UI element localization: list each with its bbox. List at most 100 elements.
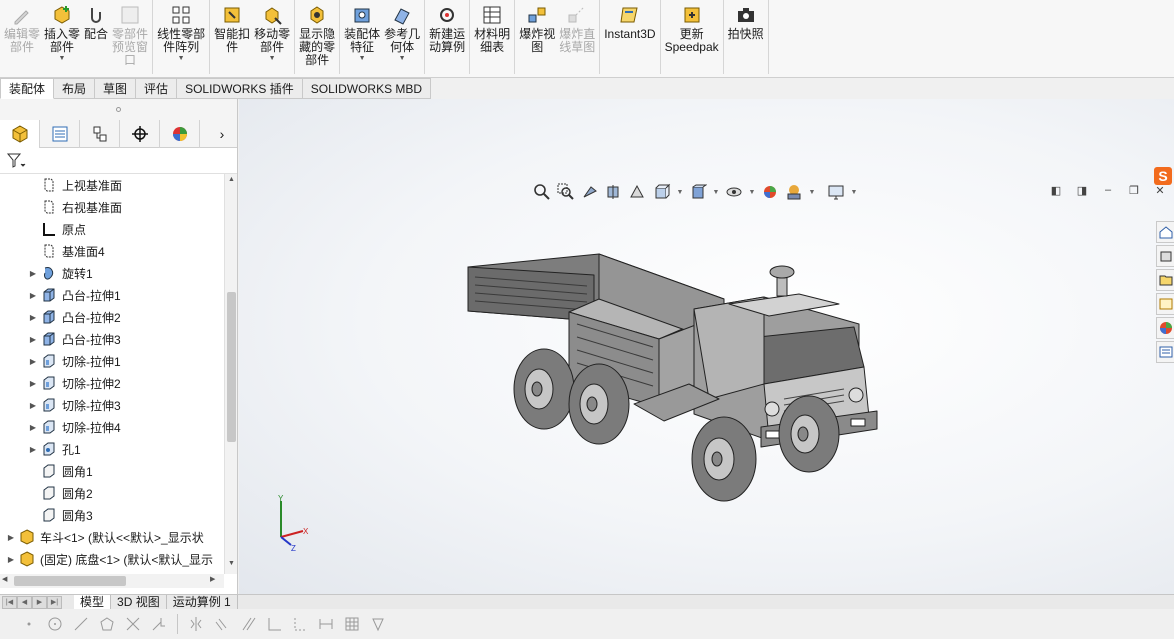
bottom-tab-0[interactable]: 模型 [74, 595, 112, 609]
chevron-down-icon[interactable]: ▼ [59, 55, 66, 62]
exploded-view-button[interactable]: 爆炸视 图 [517, 0, 557, 74]
mate-button[interactable]: 配合 [82, 0, 110, 74]
file-explorer-icon[interactable] [1156, 269, 1174, 291]
scroll-thumb[interactable] [227, 292, 236, 442]
expand-arrow-icon[interactable]: ▶ [26, 401, 40, 410]
expand-arrow-icon[interactable]: ▶ [4, 555, 18, 564]
zoom-to-fit-icon[interactable] [531, 182, 553, 202]
tree-item[interactable]: ▶ 孔1 [0, 438, 224, 460]
next-tab-icon[interactable]: ▶ [32, 595, 47, 609]
bottom-tab-1[interactable]: 3D 视图 [111, 595, 167, 609]
hide-show-items-icon[interactable] [723, 182, 745, 202]
appearances-icon[interactable] [1156, 317, 1174, 339]
assembly-feature-button[interactable]: 装配体 特征 ▼ [342, 0, 382, 74]
mirror-icon[interactable] [185, 613, 207, 635]
previous-view-icon[interactable] [579, 182, 601, 202]
tile-right-icon[interactable]: ◨ [1075, 183, 1089, 197]
tree-horizontal-scrollbar[interactable]: ◀ ▶ [0, 574, 224, 588]
tile-left-icon[interactable]: ◧ [1049, 183, 1063, 197]
speedpak-button[interactable]: 更新 Speedpak [663, 0, 721, 74]
tree-item[interactable]: ▶ 旋转1 [0, 262, 224, 284]
restore-icon[interactable]: ❐ [1127, 183, 1141, 197]
panel-grip[interactable] [0, 99, 237, 120]
chevron-down-icon[interactable]: ▼ [399, 55, 406, 62]
hscroll-thumb[interactable] [14, 576, 126, 586]
tree-item[interactable]: ▶ 凸台-拉伸3 [0, 328, 224, 350]
home-icon[interactable] [1156, 221, 1174, 243]
chevron-down-icon[interactable]: ▼ [675, 189, 685, 196]
corner-icon[interactable] [263, 613, 285, 635]
truck-model[interactable] [239, 99, 1174, 594]
bottom-tab-2[interactable]: 运动算例 1 [167, 595, 238, 609]
expand-arrow-icon[interactable]: ▶ [26, 445, 40, 454]
dynamic-annotation-icon[interactable] [627, 182, 649, 202]
extend-icon[interactable] [148, 613, 170, 635]
sougou-ime-icon[interactable]: S [1154, 167, 1172, 185]
view-orientation-icon[interactable] [651, 182, 673, 202]
tree-filter[interactable] [0, 148, 237, 174]
tree-item[interactable]: ▶ 切除-拉伸4 [0, 416, 224, 438]
minimize-icon[interactable]: – [1101, 183, 1115, 197]
tree-item[interactable]: ▶ 切除-拉伸1 [0, 350, 224, 372]
linear-pattern-button[interactable]: 线性零部 件阵列 ▼ [155, 0, 207, 74]
component-preview-button[interactable]: 零部件 预览窗 口 [110, 0, 150, 74]
tab-1[interactable]: 布局 [54, 78, 96, 99]
offset-icon[interactable] [211, 613, 233, 635]
tree-item[interactable]: ▶ 切除-拉伸3 [0, 394, 224, 416]
new-motion-study-button[interactable]: 新建运 动算例 [427, 0, 467, 74]
dimxpert-tab[interactable] [120, 120, 160, 148]
horizontal-dimension-icon[interactable] [315, 613, 337, 635]
tree-item[interactable]: 右视基准面 [0, 196, 224, 218]
more-tabs-button[interactable]: › [207, 120, 237, 148]
chevron-down-icon[interactable]: ▼ [359, 55, 366, 62]
dashed-corner-icon[interactable] [289, 613, 311, 635]
scroll-right-icon[interactable]: ▶ [210, 575, 215, 583]
tree-item[interactable]: ▶ (固定) 底盘<1> (默认<默认_显示 [0, 548, 224, 570]
scroll-left-icon[interactable]: ◀ [2, 575, 7, 583]
expand-arrow-icon[interactable]: ▶ [26, 291, 40, 300]
trim-icon[interactable] [122, 613, 144, 635]
first-tab-icon[interactable]: |◀ [2, 595, 17, 609]
tree-item[interactable]: ▶ 凸台-拉伸2 [0, 306, 224, 328]
expand-arrow-icon[interactable]: ▶ [26, 313, 40, 322]
tab-2[interactable]: 草图 [95, 78, 137, 99]
point-icon[interactable] [18, 613, 40, 635]
close-icon[interactable]: ✕ [1153, 183, 1167, 197]
tree-item[interactable]: 上视基准面 [0, 174, 224, 196]
reference-geometry-button[interactable]: 参考几 何体 ▼ [382, 0, 422, 74]
chevron-down-icon[interactable]: ▼ [178, 55, 185, 62]
chevron-down-icon[interactable]: ▼ [747, 189, 757, 196]
sketch-slot-icon[interactable] [367, 613, 389, 635]
expand-arrow-icon[interactable]: ▶ [26, 423, 40, 432]
last-tab-icon[interactable]: ▶| [47, 595, 62, 609]
instant3d-button[interactable]: Instant3D [602, 0, 657, 74]
section-view-icon[interactable] [603, 182, 625, 202]
tree-item[interactable]: 圆角3 [0, 504, 224, 526]
scroll-down-icon[interactable]: ▼ [225, 560, 238, 572]
expand-arrow-icon[interactable]: ▶ [4, 533, 18, 542]
tab-3[interactable]: 评估 [136, 78, 178, 99]
zoom-to-area-icon[interactable] [555, 182, 577, 202]
view-palette-icon[interactable] [1156, 293, 1174, 315]
tree-item[interactable]: 圆角2 [0, 482, 224, 504]
expand-arrow-icon[interactable]: ▶ [26, 335, 40, 344]
parallel-icon[interactable] [237, 613, 259, 635]
expand-arrow-icon[interactable]: ▶ [26, 357, 40, 366]
bom-button[interactable]: 材料明 细表 [472, 0, 512, 74]
explode-line-sketch-button[interactable]: 爆炸直 线草图 [557, 0, 597, 74]
edit-component-button[interactable]: 编辑零 部件 [2, 0, 42, 74]
snapshot-button[interactable]: 拍快照 [726, 0, 766, 74]
apply-scene-icon[interactable] [783, 182, 805, 202]
chevron-down-icon[interactable]: ▼ [807, 189, 817, 196]
scroll-up-icon[interactable]: ▲ [225, 176, 238, 188]
grid-icon[interactable] [341, 613, 363, 635]
design-library-icon[interactable] [1156, 245, 1174, 267]
tree-item[interactable]: 基准面4 [0, 240, 224, 262]
polygon-icon[interactable] [96, 613, 118, 635]
custom-properties-icon[interactable] [1156, 341, 1174, 363]
edit-appearance-icon[interactable] [759, 182, 781, 202]
smart-fastener-button[interactable]: 智能扣 件 [212, 0, 252, 74]
chevron-down-icon[interactable]: ▼ [849, 189, 859, 196]
view-settings-icon[interactable] [825, 182, 847, 202]
expand-arrow-icon[interactable]: ▶ [26, 379, 40, 388]
